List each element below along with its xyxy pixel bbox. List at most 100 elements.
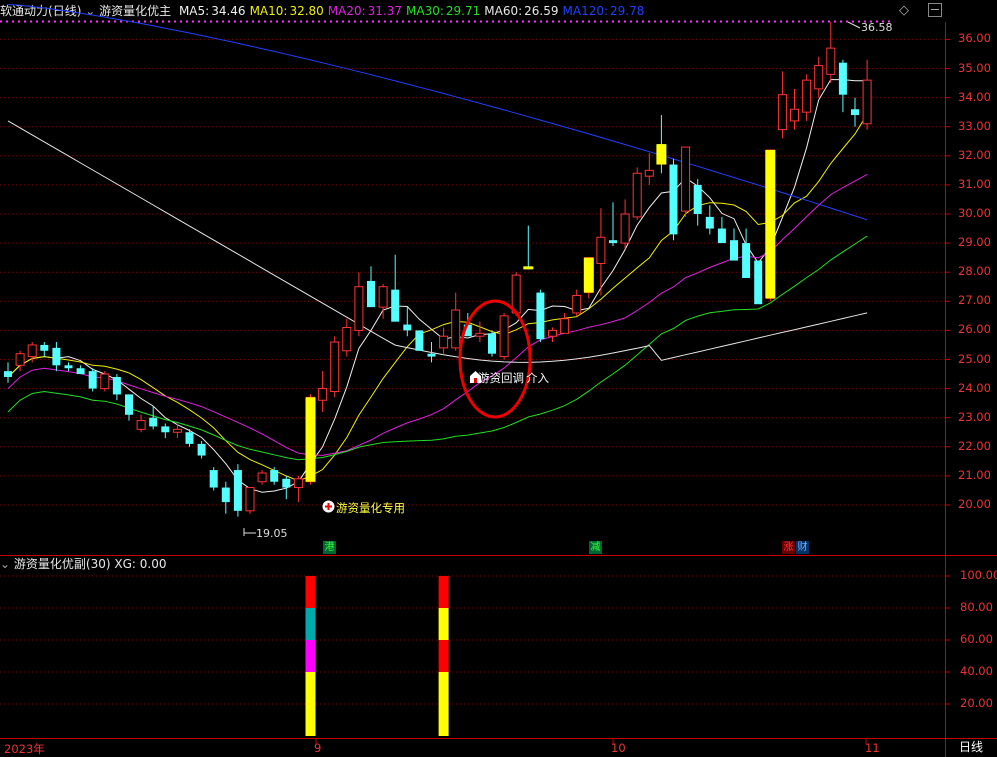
candle-body <box>378 286 388 308</box>
candle[interactable] <box>221 481 230 514</box>
candle[interactable] <box>391 254 400 322</box>
candle[interactable] <box>609 202 617 247</box>
candle-body <box>669 164 678 235</box>
sub-stack-bar[interactable] <box>438 576 449 736</box>
candle[interactable] <box>100 371 110 392</box>
candle[interactable] <box>620 199 630 249</box>
candle[interactable] <box>245 487 255 514</box>
candle[interactable] <box>705 205 714 235</box>
candle[interactable] <box>136 414 146 433</box>
candle[interactable] <box>548 327 557 343</box>
candle-body <box>777 94 787 131</box>
price-tick-label: 36.00 <box>958 31 991 46</box>
candle[interactable] <box>27 342 37 363</box>
candle-body <box>609 240 617 244</box>
sub-stack-bar[interactable] <box>305 576 316 736</box>
candle[interactable] <box>669 158 678 241</box>
candle[interactable] <box>257 470 267 485</box>
candle[interactable] <box>851 97 859 127</box>
candle[interactable] <box>596 208 606 296</box>
candle[interactable] <box>802 74 812 121</box>
candle[interactable] <box>693 179 702 226</box>
candle[interactable] <box>318 371 328 412</box>
tag-cai[interactable]: 财 <box>796 541 809 554</box>
candle-body <box>233 470 242 511</box>
tag-gang[interactable]: 港 <box>323 541 336 554</box>
price-tick-label: 29.00 <box>958 235 991 250</box>
candle[interactable] <box>125 394 133 421</box>
candle[interactable] <box>742 228 751 279</box>
price-tick-label: 28.00 <box>958 264 991 279</box>
sub-bar-segment <box>438 640 449 672</box>
candle[interactable] <box>488 330 496 357</box>
candle[interactable] <box>826 21 836 84</box>
candle[interactable] <box>524 225 533 270</box>
candle-body <box>451 309 461 349</box>
candle[interactable] <box>862 59 872 130</box>
candle-body <box>644 169 654 177</box>
candle[interactable] <box>354 272 364 337</box>
candle[interactable] <box>814 56 824 98</box>
candle[interactable] <box>754 260 763 305</box>
candle[interactable] <box>270 467 279 485</box>
sub-tick-label: 40.00 <box>960 664 993 678</box>
price-tick-label: 27.00 <box>958 293 991 308</box>
candle[interactable] <box>644 152 654 185</box>
candle[interactable] <box>40 342 49 357</box>
candle-body <box>88 371 97 389</box>
candle[interactable] <box>838 59 847 113</box>
signal-bar[interactable] <box>305 397 316 482</box>
sub-tick-label: 60.00 <box>960 632 993 646</box>
sub-tick-label: 80.00 <box>960 600 993 614</box>
candle[interactable] <box>233 464 242 517</box>
ma-line-ma60 <box>7 120 868 363</box>
candle-body <box>209 470 218 488</box>
candle[interactable] <box>572 289 582 316</box>
signal-plus-icon[interactable] <box>322 500 335 516</box>
candle[interactable] <box>4 362 12 383</box>
timeframe-label[interactable]: 日线 <box>959 738 983 755</box>
candle[interactable] <box>209 467 218 491</box>
candle-body <box>330 341 340 393</box>
candle[interactable] <box>112 374 121 401</box>
candle[interactable] <box>777 71 787 139</box>
candle[interactable] <box>330 336 340 398</box>
candle[interactable] <box>475 321 485 343</box>
candle[interactable] <box>415 330 424 351</box>
candle-body <box>161 426 170 433</box>
candle[interactable] <box>149 406 158 430</box>
candle[interactable] <box>64 362 73 372</box>
candle[interactable] <box>632 167 642 220</box>
candle[interactable] <box>681 146 691 217</box>
candle[interactable] <box>342 318 352 357</box>
sub-bar-segment <box>438 576 449 608</box>
signal-bar[interactable] <box>765 149 776 299</box>
tag-zhang[interactable]: 涨 <box>782 541 795 554</box>
candle[interactable] <box>197 440 206 459</box>
signal-bar[interactable] <box>583 257 594 293</box>
candle[interactable] <box>730 228 738 261</box>
candle[interactable] <box>560 312 570 334</box>
candle[interactable] <box>439 327 449 354</box>
candle-body <box>427 353 436 357</box>
candle[interactable] <box>88 368 97 392</box>
signal-bar[interactable] <box>656 144 667 165</box>
candle[interactable] <box>403 307 412 337</box>
candle[interactable] <box>161 423 170 439</box>
candle[interactable] <box>282 475 291 500</box>
candle[interactable] <box>790 88 799 130</box>
candle[interactable] <box>52 342 61 372</box>
candle-body <box>185 432 194 444</box>
price-tick-label: 31.00 <box>958 176 991 191</box>
candle[interactable] <box>293 475 303 503</box>
candle[interactable] <box>499 312 509 360</box>
high-marker-line <box>847 21 861 29</box>
tag-jian[interactable]: 减 <box>589 541 602 554</box>
ma-line-ma5 <box>7 79 868 493</box>
candle[interactable] <box>536 289 545 343</box>
candle-body <box>403 324 412 331</box>
candle[interactable] <box>76 365 85 375</box>
signal-bar[interactable] <box>523 266 534 270</box>
candle[interactable] <box>717 216 726 244</box>
candle[interactable] <box>378 283 388 319</box>
